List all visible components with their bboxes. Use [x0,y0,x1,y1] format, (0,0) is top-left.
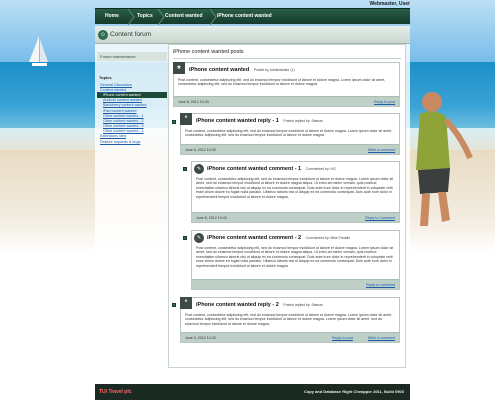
breadcrumb-separator-icon [157,9,165,25]
post-title-text: iPhone content wanted reply - 2 [196,302,279,308]
sidebar-item-feature-requests[interactable]: Feature requests & bugs [97,139,167,144]
post-footer: June 6, 2012 10:43 Reply to post [174,96,399,106]
post-date: June 6, 2012 10:43 [196,216,227,220]
post-title: iPhone content wanted comment - 2 Commen… [207,235,350,241]
post-date: June 6, 2012 10:43 [185,148,216,152]
post-body: Post content, consectetur adipiscing eli… [178,78,386,87]
post-body: Post content, consectetur adipiscing eli… [185,313,393,326]
forum-header: ☺ Content forum [95,26,410,44]
post-author: Posted replied by: Salman [283,119,323,123]
quote-icon: ❝ [180,113,192,125]
child-image [416,92,473,226]
sidebar-heading: Topics [99,75,112,80]
post-title-text: iPhone content wanted reply - 1 [196,118,279,124]
nav-content-wanted-link[interactable]: Content wanted [165,13,203,19]
forum-title: Content forum [110,31,152,38]
star-icon: ★ [173,62,185,74]
write-comment-link[interactable]: Write a comment [368,148,395,152]
post-footer: Reply to comment [192,279,399,289]
post-reply-1: ❝ iPhone content wanted reply - 1 Posted… [180,113,400,155]
thread-bullet-icon [183,236,187,240]
post-body: Post content, consectetur adipiscing eli… [185,129,393,138]
post-title: iPhone content wanted comment - 1 Commen… [207,166,336,172]
post-author: Commented by: HG [305,167,336,171]
post-title-text: iPhone content wanted [189,67,250,73]
nav-current-page: iPhone content wanted [217,13,272,19]
reply-to-post-link[interactable]: Reply to post [374,100,395,104]
post-title: iPhone content wanted Posted by Administ… [189,67,295,73]
post-date: June 6, 2012 10:43 [185,336,216,340]
forum-chat-icon: ☺ [98,30,108,40]
post-footer: June 6, 2012 10:43 Reply to Comment [192,212,399,222]
post-title: iPhone content wanted reply - 1 Posted r… [196,118,323,124]
quote-icon: ❝ [180,297,192,309]
post-title-text: iPhone content wanted comment - 2 [207,235,302,241]
breadcrumb-separator-icon [127,9,135,25]
post-reply-2: ❝ iPhone content wanted reply - 2 Posted… [180,297,400,343]
post-author: Commented by: Mike Freddie [305,236,351,240]
breadcrumb-separator-icon [209,9,217,25]
footer: TUI Travel plc Copy and Database Right C… [95,384,410,400]
post-body: Post content, consectetur adipiscing eli… [196,177,394,199]
post-original: ★ iPhone content wanted Posted by Admini… [173,62,400,107]
comment-icon: ✎ [194,233,204,243]
reply-to-post-link[interactable]: Reply to post [332,336,353,340]
post-comment-2: ✎ iPhone content wanted comment - 2 Comm… [191,230,400,290]
thread-bullet-icon [183,167,187,171]
post-body: Post content, consectetur adipiscing eli… [196,246,394,268]
post-author: Posted by Administrator (1) [253,68,295,72]
post-comment-1: ✎ iPhone content wanted comment - 1 Comm… [191,161,400,223]
comment-icon: ✎ [194,164,204,174]
sidebar: Forum maintenance Topics General Discuss… [97,52,167,144]
sailboat-image [29,36,48,66]
thread-bullet-icon [172,303,176,307]
post-author: Posted replied by: Salman [283,303,323,307]
post-date: June 6, 2012 10:43 [178,100,209,104]
write-comment-link[interactable]: Write a comment [368,336,395,340]
posts-panel-title: iPhone content wanted posts [173,49,244,55]
copyright-text: Copy and Database Right Cheapper 2011, B… [303,389,404,394]
post-footer: June 6, 2012 10:43 Reply to post Write a… [181,332,399,342]
thread-bullet-icon [172,120,176,124]
company-logo[interactable]: TUI Travel plc [99,389,132,395]
top-nav-bar: Webmaster, User Home Topics Content want… [95,1,410,25]
nav-home-link[interactable]: Home [105,13,119,19]
post-title: iPhone content wanted reply - 2 Posted r… [196,302,323,308]
post-title-text: iPhone content wanted comment - 1 [207,166,302,172]
user-name[interactable]: Webmaster, User [370,1,410,7]
posts-panel: iPhone content wanted posts ★ iPhone con… [168,44,406,368]
nav-topics-link[interactable]: Topics [137,13,153,19]
reply-to-comment-link[interactable]: Reply to Comment [365,216,395,220]
post-footer: June 6, 2012 10:43 Write a comment [181,144,399,154]
divider [173,58,401,59]
forum-maintenance-link[interactable]: Forum maintenance [97,52,167,61]
reply-to-comment-link[interactable]: Reply to comment [366,283,395,287]
